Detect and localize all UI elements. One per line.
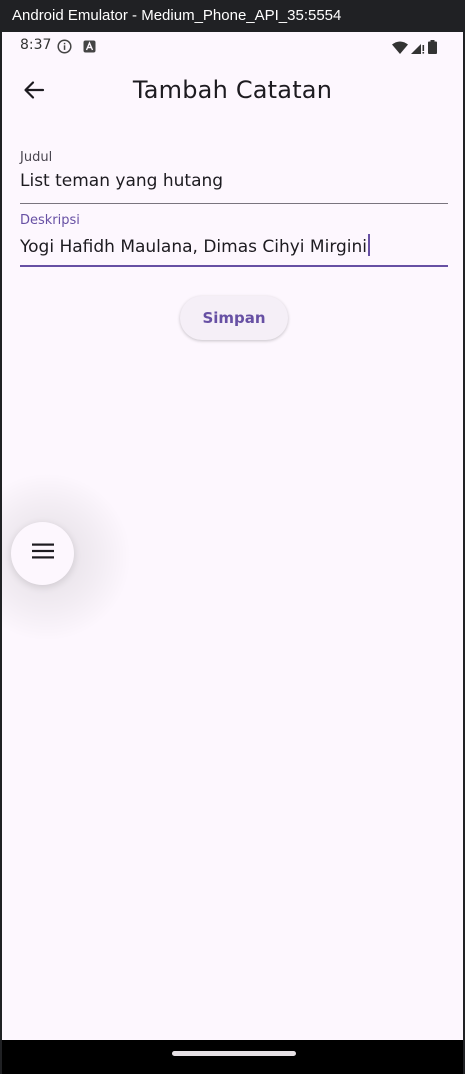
deskripsi-input[interactable]: Yogi Hafidh Maulana, Dimas Cihyi Mirgini [20, 237, 367, 257]
phone-screen: 8:37 Tambah Catatan Judul List teman yan… [2, 32, 463, 1040]
deskripsi-input-wrapper[interactable]: Yogi Hafidh Maulana, Dimas Cihyi Mirgini [20, 234, 448, 258]
home-indicator[interactable] [172, 1051, 296, 1056]
info-icon [57, 39, 72, 58]
app-bar: Tambah Catatan [2, 60, 463, 124]
judul-label: Judul [20, 150, 53, 165]
page-title: Tambah Catatan [132, 76, 333, 104]
judul-underline [20, 203, 448, 204]
menu-button[interactable] [11, 522, 74, 585]
judul-field[interactable]: Judul List teman yang hutang [20, 150, 448, 204]
text-cursor [368, 234, 371, 256]
judul-input[interactable]: List teman yang hutang [20, 171, 448, 195]
a-icon [83, 40, 96, 57]
navigation-bar [2, 1040, 463, 1074]
battery-icon [428, 40, 437, 58]
signal-icon [411, 41, 425, 58]
save-button[interactable]: Simpan [180, 296, 288, 340]
status-time: 8:37 [20, 37, 52, 53]
deskripsi-label: Deskripsi [20, 213, 80, 228]
deskripsi-underline [20, 265, 448, 267]
menu-icon [31, 543, 54, 564]
status-right-icons [392, 40, 437, 58]
deskripsi-field[interactable]: Deskripsi Yogi Hafidh Maulana, Dimas Cih… [20, 213, 448, 267]
window-title: Android Emulator - Medium_Phone_API_35:5… [0, 0, 465, 32]
wifi-icon [392, 41, 408, 58]
status-bar: 8:37 [2, 32, 463, 60]
